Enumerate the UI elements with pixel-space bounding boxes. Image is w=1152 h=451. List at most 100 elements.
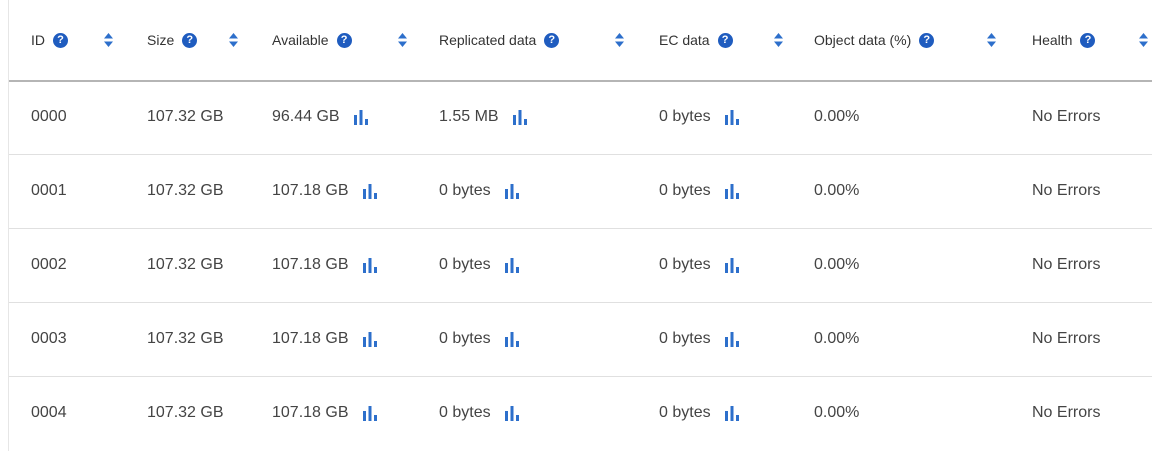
bar-chart-icon[interactable] [362,183,378,199]
cell-value: 0 bytes [659,330,711,347]
cell-size: 107.32 GB [147,302,224,376]
question-circle-icon[interactable]: ? [544,32,560,48]
cell-ec: 0 bytes [659,302,740,376]
cell-ec: 0 bytes [659,376,740,450]
cell-value: 107.18 GB [272,404,349,421]
sort-icon[interactable] [987,0,996,80]
cell-replicated: 1.55 MB [439,80,528,154]
cell-value: 0.00% [814,182,860,199]
table-row: 0001 107.32 GB 107.18 GB 0 bytes 0 bytes 0.00… [9,154,1152,229]
cell-size: 107.32 GB [147,80,224,154]
cell-object: 0.00% [814,154,859,228]
column-header-available: Available? [272,0,352,80]
cell-ec: 0 bytes [659,228,740,302]
bar-chart-icon[interactable] [504,183,520,199]
bar-chart-icon[interactable] [724,109,740,125]
question-circle-icon[interactable]: ? [182,32,198,48]
table-header-row: ID? Size? Available? Replicated data? EC dat… [9,0,1152,82]
cell-value: No Errors [1032,108,1101,125]
cell-replicated: 0 bytes [439,302,520,376]
cell-value: No Errors [1032,330,1101,347]
cell-replicated: 0 bytes [439,228,520,302]
bar-chart-icon[interactable] [512,109,528,125]
bar-chart-icon[interactable] [504,405,520,421]
cell-value: 0001 [31,182,67,199]
cell-value: 0002 [31,256,67,273]
column-header-label: ID [31,32,45,48]
column-header-label: Size [147,32,175,48]
bar-chart-icon[interactable] [504,331,520,347]
cell-value: No Errors [1032,182,1101,199]
cell-size: 107.32 GB [147,154,224,228]
sort-icon[interactable] [1139,0,1148,80]
cell-id: 0003 [31,302,67,376]
cell-id: 0004 [31,376,67,450]
cell-size: 107.32 GB [147,228,224,302]
column-header-ec: EC data? [659,0,733,80]
bar-chart-icon[interactable] [724,405,740,421]
cell-available: 96.44 GB [272,80,369,154]
question-circle-icon[interactable]: ? [1080,32,1096,48]
cell-value: 107.32 GB [147,404,224,421]
cell-health: No Errors [1032,302,1100,376]
cell-value: 1.55 MB [439,108,499,125]
cell-available: 107.18 GB [272,228,378,302]
cell-id: 0001 [31,154,67,228]
cell-ec: 0 bytes [659,80,740,154]
table-row: 0004 107.32 GB 107.18 GB 0 bytes 0 bytes 0.00… [9,376,1152,450]
column-header-label: Object data (%) [814,32,912,48]
column-header-label: Available [272,32,329,48]
cell-value: 0 bytes [439,404,491,421]
column-header-label: Health [1032,32,1073,48]
cell-object: 0.00% [814,376,859,450]
cell-available: 107.18 GB [272,376,378,450]
cell-health: No Errors [1032,228,1100,302]
cell-object: 0.00% [814,302,859,376]
cell-size: 107.32 GB [147,376,224,450]
cell-health: No Errors [1032,376,1100,450]
bar-chart-icon[interactable] [362,331,378,347]
bar-chart-icon[interactable] [353,109,369,125]
cell-object: 0.00% [814,80,859,154]
sort-icon[interactable] [104,0,113,80]
cell-id: 0000 [31,80,67,154]
sort-icon[interactable] [774,0,783,80]
cell-value: 0 bytes [439,330,491,347]
cell-id: 0002 [31,228,67,302]
column-header-label: Replicated data [439,32,537,48]
bar-chart-icon[interactable] [362,405,378,421]
sort-icon[interactable] [615,0,624,80]
cell-object: 0.00% [814,228,859,302]
bar-chart-icon[interactable] [724,331,740,347]
cell-health: No Errors [1032,154,1100,228]
question-circle-icon[interactable]: ? [336,32,352,48]
question-circle-icon[interactable]: ? [919,32,935,48]
sort-icon[interactable] [229,0,238,80]
cell-value: 0004 [31,404,67,421]
bar-chart-icon[interactable] [362,257,378,273]
cell-value: 107.32 GB [147,108,224,125]
cell-value: 0.00% [814,256,860,273]
table-row: 0002 107.32 GB 107.18 GB 0 bytes 0 bytes 0.00… [9,228,1152,303]
cell-value: 0 bytes [659,182,711,199]
column-header-object: Object data (%)? [814,0,935,80]
column-header-size: Size? [147,0,198,80]
cell-value: 107.32 GB [147,330,224,347]
cell-value: 107.18 GB [272,182,349,199]
cell-value: 96.44 GB [272,108,340,125]
cell-value: 0.00% [814,330,860,347]
column-header-replicated: Replicated data? [439,0,560,80]
cell-replicated: 0 bytes [439,154,520,228]
bar-chart-icon[interactable] [504,257,520,273]
cell-value: 0.00% [814,108,860,125]
cell-replicated: 0 bytes [439,376,520,450]
cell-value: 0 bytes [659,108,711,125]
bar-chart-icon[interactable] [724,257,740,273]
question-circle-icon[interactable]: ? [717,32,733,48]
bar-chart-icon[interactable] [724,183,740,199]
cell-value: 107.32 GB [147,256,224,273]
cell-value: 0003 [31,330,67,347]
cell-available: 107.18 GB [272,302,378,376]
question-circle-icon[interactable]: ? [53,32,68,48]
sort-icon[interactable] [398,0,407,80]
